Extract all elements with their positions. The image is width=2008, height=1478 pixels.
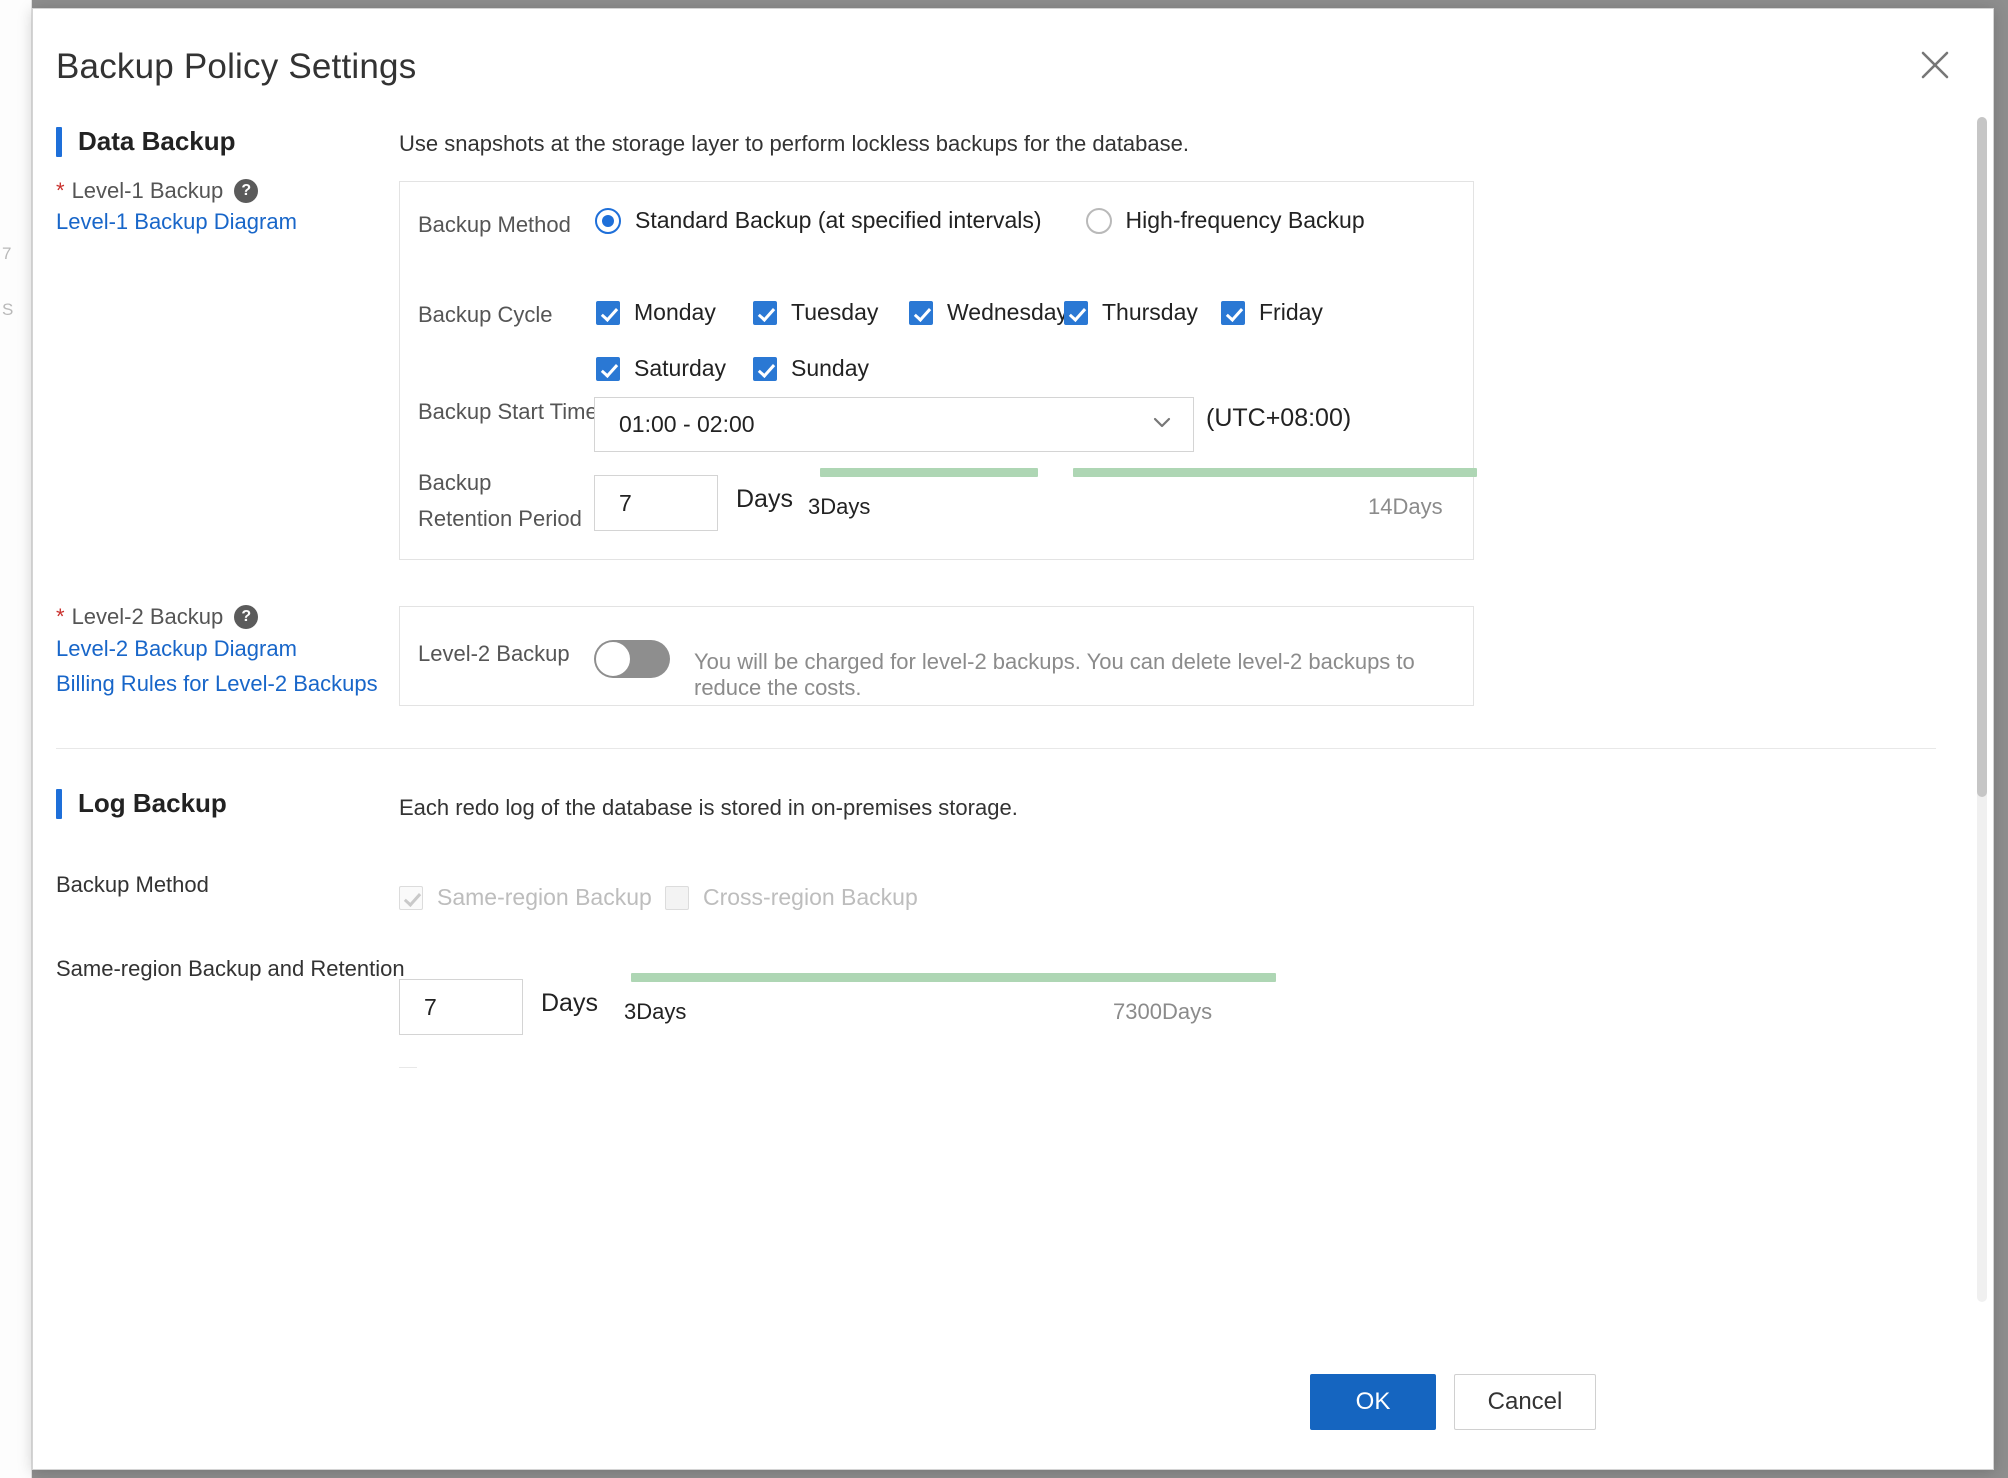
data-backup-description: Use snapshots at the storage layer to pe… [399, 131, 1189, 156]
ok-button[interactable]: OK [1310, 1374, 1436, 1430]
checkbox-monday[interactable]: Monday [596, 299, 716, 326]
checkbox-same-region-backup-label: Same-region Backup [437, 884, 652, 910]
background-page: 7 S [0, 0, 32, 1478]
required-asterisk: * [56, 178, 65, 203]
slider-track-segment-1 [820, 468, 1038, 477]
cancel-button[interactable]: Cancel [1454, 1374, 1596, 1430]
level2-backup-toggle[interactable] [594, 640, 670, 678]
question-mark-icon-level2[interactable]: ? [234, 605, 259, 629]
radio-high-frequency-backup-label: High-frequency Backup [1125, 207, 1365, 233]
checkbox-friday-box [1221, 300, 1245, 325]
screenshot-viewport: 7 S Backup Policy Settings Data Backup U… [0, 0, 2008, 1478]
checkbox-wednesday[interactable]: Wednesday [909, 299, 1068, 326]
section-accent-bar-log [56, 788, 62, 819]
chevron-down-icon [1149, 409, 1175, 440]
level2-billing-rules-link[interactable]: Billing Rules for Level-2 Backups [56, 671, 378, 697]
level1-backup-label-text: Level-1 Backup [71, 178, 224, 203]
checkbox-friday-label: Friday [1259, 299, 1323, 325]
checkbox-cross-region-backup-label: Cross-region Backup [703, 884, 918, 910]
clipped-divider [399, 1067, 417, 1068]
dialog-footer: OK Cancel [33, 1341, 1993, 1469]
level2-backup-panel: Level-2 Backup You will be charged for l… [399, 606, 1474, 706]
radio-high-frequency-backup-indicator [1085, 207, 1112, 234]
backup-policy-dialog: Backup Policy Settings Data Backup Use s… [32, 8, 1994, 1470]
backup-retention-period-input[interactable]: 7 [594, 475, 718, 531]
same-region-retention-label: Same-region Backup and Retention [56, 956, 405, 981]
checkbox-thursday-box [1064, 300, 1088, 325]
same-region-retention-unit: Days [541, 989, 598, 1017]
same-region-retention-slider[interactable]: 3Days 7300Days [624, 973, 1291, 1033]
same-region-retention-slider-max-label: 7300Days [1113, 999, 1213, 1024]
checkbox-same-region-backup-box [399, 885, 423, 910]
backup-retention-slider-min-label: 3Days [808, 494, 871, 519]
backup-start-time-select[interactable]: 01:00 - 02:00 [594, 397, 1194, 452]
checkbox-cross-region-backup-box [665, 885, 689, 910]
level2-backup-label-text: Level-2 Backup [71, 604, 224, 629]
checkbox-sunday[interactable]: Sunday [753, 355, 869, 382]
backup-start-time-label: Backup Start Time [418, 399, 598, 424]
section-title-log-backup: Log Backup [78, 788, 227, 818]
radio-standard-backup-label: Standard Backup (at specified intervals) [635, 207, 1042, 233]
radio-standard-backup[interactable]: Standard Backup (at specified intervals) [595, 207, 1042, 234]
checkbox-tuesday[interactable]: Tuesday [753, 299, 878, 326]
checkbox-monday-box [596, 300, 620, 325]
question-mark-icon[interactable]: ? [234, 179, 259, 203]
backup-cycle-label: Backup Cycle [418, 302, 553, 327]
backup-method-label: Backup Method [418, 212, 571, 237]
background-text-line2: S [2, 300, 14, 319]
same-region-retention-input[interactable]: 7 [399, 979, 523, 1035]
checkbox-saturday[interactable]: Saturday [596, 355, 726, 382]
level1-backup-label: * Level-1 Backup ? [56, 178, 259, 204]
checkbox-tuesday-label: Tuesday [791, 299, 879, 325]
checkbox-sunday-box [753, 356, 777, 381]
level2-backup-diagram-link[interactable]: Level-2 Backup Diagram [56, 636, 297, 662]
checkbox-wednesday-label: Wednesday [947, 299, 1069, 325]
checkbox-cross-region-backup: Cross-region Backup [665, 884, 918, 911]
level2-backup-panel-label: Level-2 Backup [418, 641, 570, 666]
backup-retention-period-unit: Days [736, 485, 793, 513]
backup-start-time-timezone: (UTC+08:00) [1206, 404, 1352, 432]
checkbox-monday-label: Monday [634, 299, 716, 325]
backup-retention-slider-max-label: 14Days [1368, 494, 1443, 519]
checkbox-wednesday-box [909, 300, 933, 325]
backup-start-time-value: 01:00 - 02:00 [619, 411, 755, 437]
level1-backup-diagram-link[interactable]: Level-1 Backup Diagram [56, 209, 297, 235]
checkbox-sunday-label: Sunday [791, 355, 870, 381]
section-divider [56, 748, 1936, 749]
level1-backup-panel: Backup Method Standard Backup (at specif… [399, 181, 1474, 459]
checkbox-thursday-label: Thursday [1102, 299, 1198, 325]
log-backup-method-label: Backup Method [56, 872, 209, 897]
checkbox-friday[interactable]: Friday [1221, 299, 1323, 326]
log-slider-track-segment [631, 973, 1276, 982]
section-accent-bar [56, 126, 62, 157]
radio-high-frequency-backup[interactable]: High-frequency Backup [1085, 207, 1365, 234]
dialog-body: Data Backup Use snapshots at the storage… [33, 109, 1993, 1314]
checkbox-saturday-box [596, 356, 620, 381]
dialog-title: Backup Policy Settings [56, 47, 417, 86]
required-asterisk-level2: * [56, 604, 65, 629]
log-backup-description: Each redo log of the database is stored … [399, 795, 1018, 820]
checkbox-tuesday-box [753, 300, 777, 325]
backup-retention-period-label: Backup Retention Period [418, 470, 582, 531]
background-text-line1: 7 [2, 244, 12, 263]
backup-retention-panel: Backup Retention Period 7 Days 3Days 14D… [399, 458, 1477, 560]
level2-backup-toggle-knob [595, 641, 631, 677]
level2-backup-label: * Level-2 Backup ? [56, 604, 259, 630]
close-icon[interactable] [1913, 43, 1957, 87]
section-header-log-backup: Log Backup [56, 788, 227, 819]
section-title-data-backup: Data Backup [78, 126, 236, 156]
backup-retention-slider[interactable]: 3Days 14Days [808, 468, 1480, 528]
checkbox-saturday-label: Saturday [634, 355, 727, 381]
checkbox-same-region-backup: Same-region Backup [399, 884, 652, 911]
radio-standard-backup-indicator [595, 207, 621, 234]
checkbox-thursday[interactable]: Thursday [1064, 299, 1198, 326]
dialog-scrollbar-thumb[interactable] [1977, 117, 1987, 797]
level2-backup-note: You will be charged for level-2 backups.… [694, 649, 1415, 700]
same-region-retention-slider-min-label: 3Days [624, 999, 687, 1024]
slider-track-segment-2 [1073, 468, 1477, 477]
section-header-data-backup: Data Backup [56, 126, 236, 157]
